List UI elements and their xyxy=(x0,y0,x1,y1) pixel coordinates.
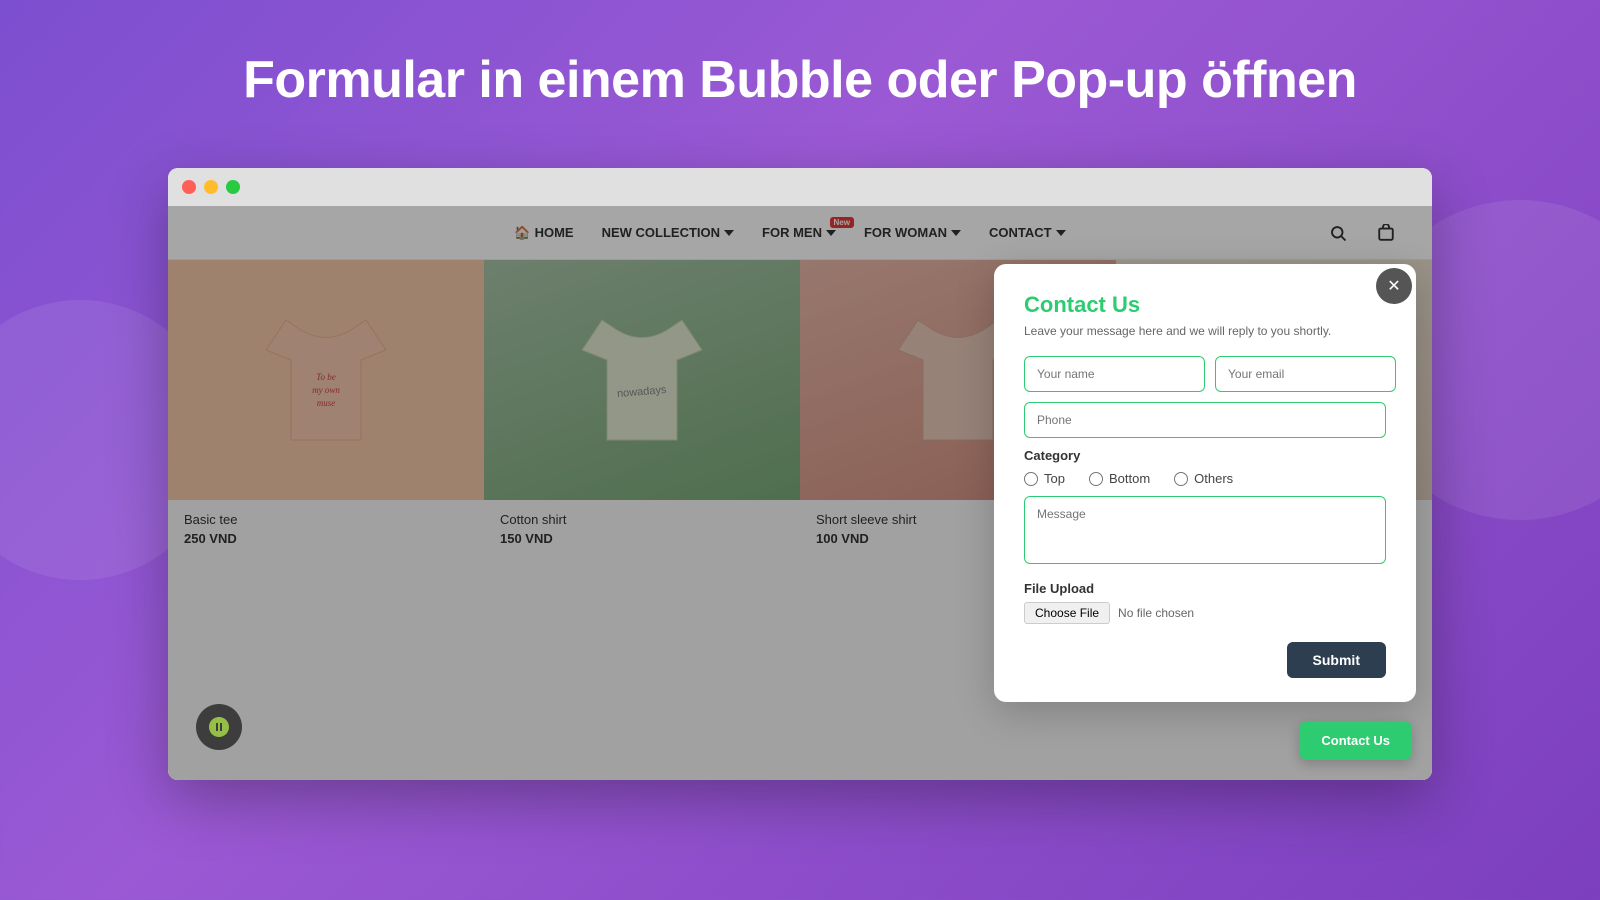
traffic-light-yellow[interactable] xyxy=(204,180,218,194)
radio-bottom[interactable] xyxy=(1089,472,1103,486)
modal-subtitle: Leave your message here and we will repl… xyxy=(1024,324,1386,338)
modal-title: Contact Us xyxy=(1024,292,1386,318)
traffic-light-green[interactable] xyxy=(226,180,240,194)
form-submit-row: Submit xyxy=(1024,642,1386,678)
category-bottom[interactable]: Bottom xyxy=(1089,471,1150,486)
file-upload-label: File Upload xyxy=(1024,581,1386,596)
submit-button[interactable]: Submit xyxy=(1287,642,1386,678)
chat-bubble[interactable] xyxy=(196,704,242,750)
category-others-label: Others xyxy=(1194,471,1233,486)
browser-titlebar xyxy=(168,168,1432,206)
shopify-icon xyxy=(207,715,231,739)
close-modal-button[interactable]: ✕ xyxy=(1376,268,1412,304)
category-label: Category xyxy=(1024,448,1386,463)
message-textarea[interactable] xyxy=(1024,496,1386,564)
category-others[interactable]: Others xyxy=(1174,471,1233,486)
category-bottom-label: Bottom xyxy=(1109,471,1150,486)
traffic-light-red[interactable] xyxy=(182,180,196,194)
file-no-chosen-text: No file chosen xyxy=(1118,606,1194,620)
file-upload-row: Choose File No file chosen xyxy=(1024,602,1386,624)
category-radio-group: Top Bottom Others xyxy=(1024,471,1386,486)
contact-modal: Contact Us Leave your message here and w… xyxy=(994,264,1416,702)
name-email-row xyxy=(1024,356,1386,392)
browser-window: 🏠 HOME NEW COLLECTION FOR MEN New FOR WO… xyxy=(168,168,1432,780)
contact-us-button[interactable]: Contact Us xyxy=(1299,721,1412,760)
category-top[interactable]: Top xyxy=(1024,471,1065,486)
website-content: 🏠 HOME NEW COLLECTION FOR MEN New FOR WO… xyxy=(168,206,1432,780)
radio-others[interactable] xyxy=(1174,472,1188,486)
phone-input[interactable] xyxy=(1024,402,1386,438)
email-input[interactable] xyxy=(1215,356,1396,392)
category-top-label: Top xyxy=(1044,471,1065,486)
page-title: Formular in einem Bubble oder Pop-up öff… xyxy=(0,0,1600,150)
radio-top[interactable] xyxy=(1024,472,1038,486)
name-input[interactable] xyxy=(1024,356,1205,392)
file-choose-button[interactable]: Choose File xyxy=(1024,602,1110,624)
